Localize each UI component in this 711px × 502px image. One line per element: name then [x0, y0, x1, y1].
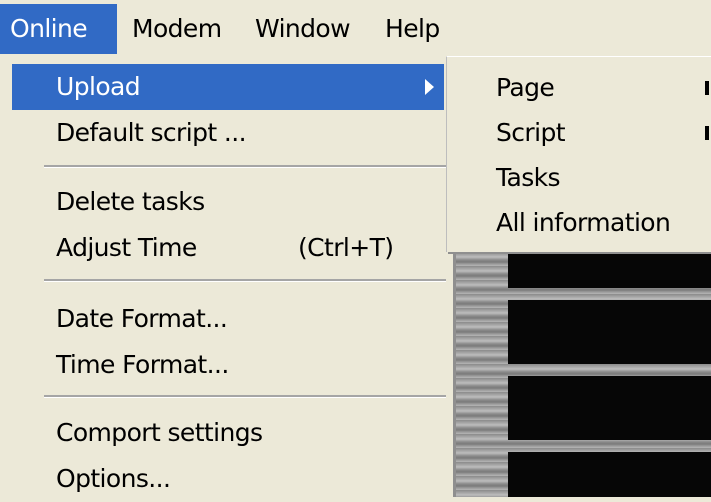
menu-help[interactable]: Help [375, 4, 450, 54]
chevron-right-icon [705, 81, 709, 95]
app-dark-bar [508, 250, 711, 288]
menu-item-default-script[interactable]: Default script ... [12, 110, 444, 156]
menu-item-comport-settings[interactable]: Comport settings [12, 410, 444, 456]
submenu-item-all-information[interactable]: All information [447, 200, 711, 246]
menu-item-label: Upload [56, 72, 141, 101]
online-dropdown-menu: Upload Default script ... Delete tasks A… [0, 56, 456, 497]
menu-online[interactable]: Online [0, 4, 117, 54]
menu-item-date-format[interactable]: Date Format... [12, 296, 444, 342]
submenu-item-label: Tasks [496, 163, 561, 192]
submenu-item-script[interactable]: Script [447, 110, 711, 156]
menu-separator [44, 395, 446, 398]
submenu-item-tasks[interactable]: Tasks [447, 155, 711, 201]
menu-modem[interactable]: Modem [122, 4, 231, 54]
menu-item-label: Date Format... [56, 304, 228, 333]
menu-item-label: Adjust Time [56, 233, 197, 262]
menu-item-shortcut: (Ctrl+T) [298, 233, 394, 262]
submenu-item-label: Page [496, 73, 555, 102]
menu-item-label: Delete tasks [56, 187, 205, 216]
app-dark-bar [508, 300, 711, 364]
menu-item-label: Default script ... [56, 118, 247, 147]
submenu-item-page[interactable]: Page [447, 65, 711, 111]
menu-item-label: Time Format... [56, 350, 229, 379]
menu-separator [44, 165, 446, 168]
menu-item-adjust-time[interactable]: Adjust Time (Ctrl+T) [12, 225, 444, 271]
menu-item-delete-tasks[interactable]: Delete tasks [12, 179, 444, 225]
menu-item-label: Comport settings [56, 418, 263, 447]
chevron-right-icon [705, 126, 709, 140]
menu-item-time-format[interactable]: Time Format... [12, 342, 444, 388]
menu-item-upload[interactable]: Upload [12, 64, 444, 110]
menu-separator [44, 279, 446, 282]
upload-submenu: Page Script Tasks All information [446, 56, 711, 252]
submenu-item-label: All information [496, 208, 671, 237]
menu-window[interactable]: Window [245, 4, 360, 54]
menu-item-label: Options... [56, 464, 171, 493]
app-dark-bar [508, 376, 711, 440]
submenu-item-label: Script [496, 118, 566, 147]
menu-item-options[interactable]: Options... [12, 456, 444, 502]
menu-bar: Online Modem Window Help [0, 0, 711, 56]
chevron-right-icon [425, 79, 434, 95]
app-dark-bar [508, 452, 711, 497]
